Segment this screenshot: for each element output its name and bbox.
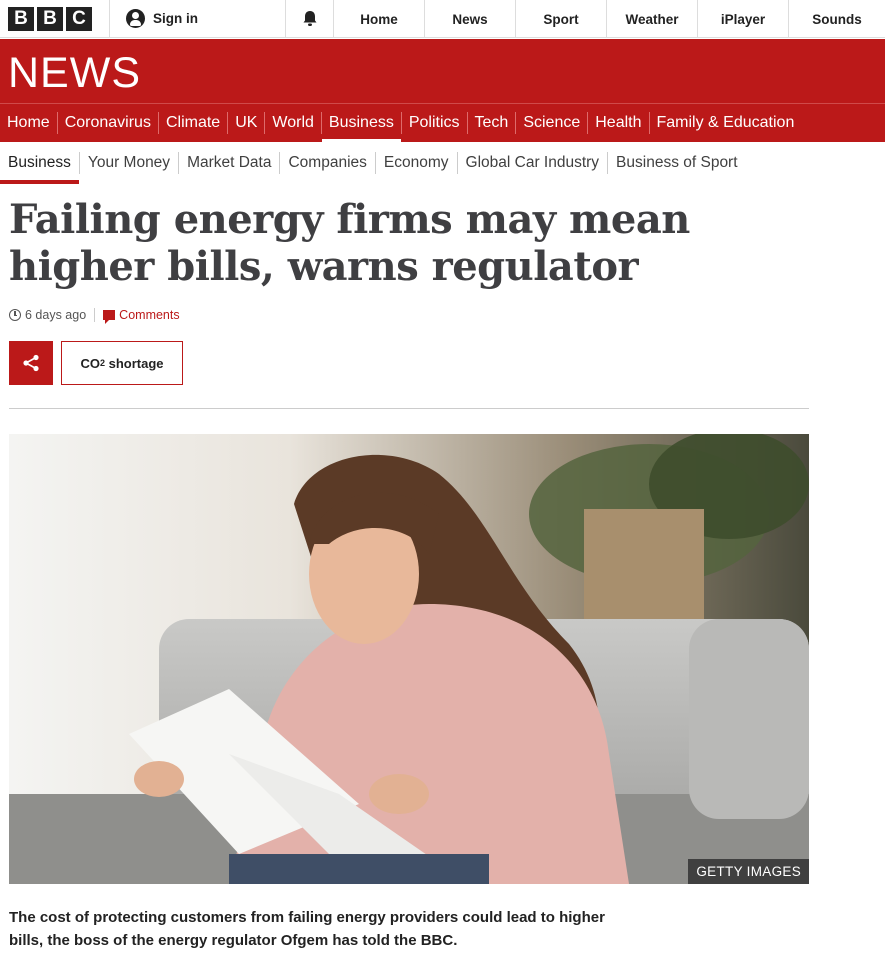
nav-science[interactable]: Science: [516, 112, 589, 134]
clock-icon: [9, 309, 21, 321]
tag-prefix: CO: [80, 355, 100, 371]
meta-divider: [94, 308, 96, 322]
nav-family-education[interactable]: Family & Education: [650, 112, 802, 134]
signin-link[interactable]: Sign in: [110, 0, 286, 37]
nav-business[interactable]: Business: [321, 112, 402, 143]
article-meta: 6 days ago Comments: [9, 308, 180, 324]
article-image: GETTY IMAGES: [9, 434, 809, 884]
nav-home[interactable]: Home: [0, 112, 58, 134]
nav-coronavirus[interactable]: Coronavirus: [58, 112, 159, 134]
nav-climate[interactable]: Climate: [159, 112, 229, 134]
subnav-global-car-industry[interactable]: Global Car Industry: [458, 152, 609, 174]
bbc-logo-letter: B: [37, 6, 63, 31]
global-nav-home[interactable]: Home: [334, 0, 425, 38]
nav-world[interactable]: World: [265, 112, 322, 134]
topic-tag-co2-shortage[interactable]: CO 2 shortage: [61, 341, 183, 385]
share-button[interactable]: [9, 341, 53, 385]
section-navigation: Home Coronavirus Climate UK World Busine…: [0, 103, 885, 143]
news-banner: NEWS: [0, 39, 885, 103]
notifications-button[interactable]: [286, 0, 334, 37]
subnav-business-of-sport[interactable]: Business of Sport: [608, 152, 745, 174]
bbc-logo[interactable]: B B C: [0, 0, 110, 37]
user-icon: [126, 9, 145, 28]
global-nav-news[interactable]: News: [425, 0, 516, 38]
share-icon: [23, 354, 39, 372]
article-headline: Failing energy firms may mean higher bil…: [9, 196, 690, 290]
nav-health[interactable]: Health: [588, 112, 650, 134]
section-divider: [9, 408, 809, 409]
global-navigation: B B C Sign in Home News Sport Weather iP…: [0, 0, 885, 38]
nav-uk[interactable]: UK: [228, 112, 266, 134]
global-nav-sounds[interactable]: Sounds: [789, 0, 885, 38]
image-credit: GETTY IMAGES: [688, 859, 809, 884]
woman-reading-bill-illustration: [9, 434, 809, 884]
news-logo[interactable]: NEWS: [8, 49, 141, 98]
subnav-market-data[interactable]: Market Data: [179, 152, 281, 174]
global-nav-iplayer[interactable]: iPlayer: [698, 0, 789, 38]
business-subnavigation: Business Your Money Market Data Companie…: [0, 145, 885, 184]
subnav-business[interactable]: Business: [0, 152, 80, 184]
bell-icon: [303, 11, 316, 26]
article-intro: The cost of protecting customers from fa…: [9, 909, 605, 949]
signin-label: Sign in: [153, 11, 198, 26]
bbc-logo-letter: C: [66, 6, 92, 31]
comment-icon: [103, 310, 116, 324]
nav-tech[interactable]: Tech: [468, 112, 517, 134]
article-timestamp: 6 days ago: [25, 308, 87, 322]
bbc-logo-letter: B: [8, 6, 34, 31]
global-nav-weather[interactable]: Weather: [607, 0, 698, 38]
subnav-economy[interactable]: Economy: [376, 152, 458, 174]
comments-link[interactable]: Comments: [119, 308, 179, 322]
subnav-your-money[interactable]: Your Money: [80, 152, 180, 174]
tag-suffix: shortage: [105, 355, 164, 371]
global-nav-links: Home News Sport Weather iPlayer Sounds: [334, 0, 885, 38]
global-nav-sport[interactable]: Sport: [516, 0, 607, 38]
subnav-companies[interactable]: Companies: [280, 152, 376, 174]
nav-politics[interactable]: Politics: [402, 112, 468, 134]
